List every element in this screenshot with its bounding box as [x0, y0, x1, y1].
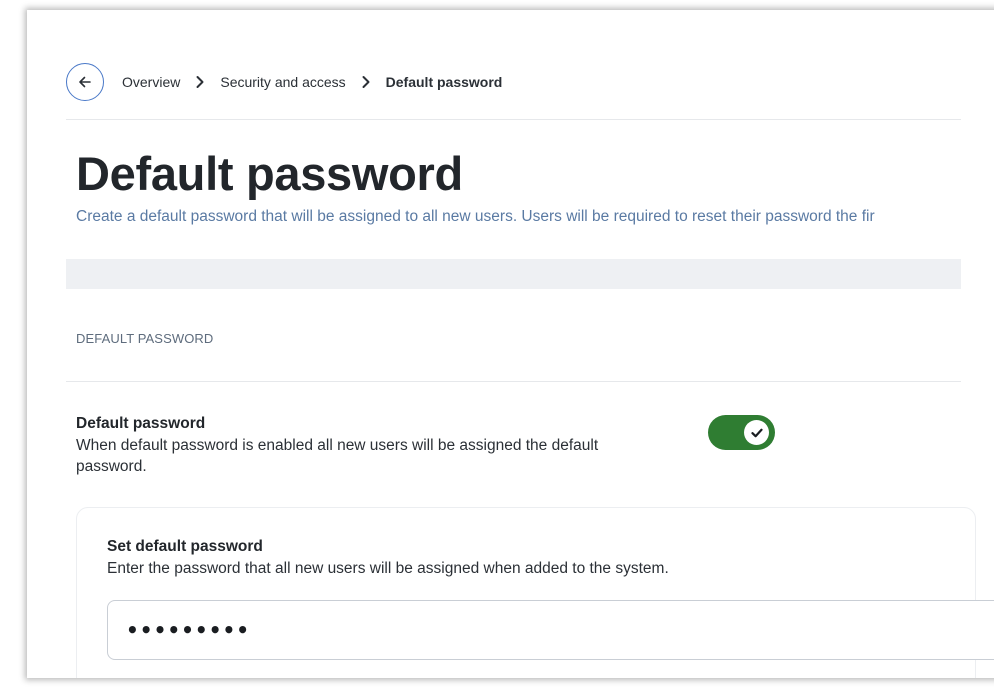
- settings-content: Overview Security and access Default pas…: [66, 10, 994, 678]
- password-card: Set default password Enter the password …: [76, 507, 994, 678]
- chevron-right-icon: [361, 75, 371, 89]
- page-description: Create a default password that will be a…: [76, 208, 875, 225]
- setting-title: Default password: [76, 415, 206, 432]
- breadcrumb: Overview Security and access Default pas…: [66, 63, 502, 101]
- back-button[interactable]: [66, 63, 104, 101]
- arrow-left-icon: [79, 76, 91, 88]
- page-title: Default password: [76, 147, 463, 200]
- check-icon: [750, 428, 763, 437]
- breadcrumb-current: Default password: [385, 74, 503, 90]
- chevron-right-icon: [195, 75, 205, 89]
- card-title: Set default password: [107, 538, 263, 555]
- settings-window: Overview Security and access Default pas…: [27, 10, 994, 678]
- card-description: Enter the password that all new users wi…: [107, 560, 669, 577]
- setting-description: When default password is enabled all new…: [76, 437, 599, 475]
- default-password-toggle[interactable]: [708, 415, 775, 450]
- section-label: DEFAULT PASSWORD: [76, 331, 214, 346]
- section-band: [66, 259, 961, 289]
- toggle-knob: [744, 420, 769, 445]
- password-input[interactable]: [107, 600, 994, 660]
- breadcrumb-overview-link[interactable]: Overview: [122, 74, 180, 90]
- section-divider: [66, 381, 961, 382]
- header-divider: [66, 119, 961, 120]
- breadcrumb-security-link[interactable]: Security and access: [220, 74, 345, 90]
